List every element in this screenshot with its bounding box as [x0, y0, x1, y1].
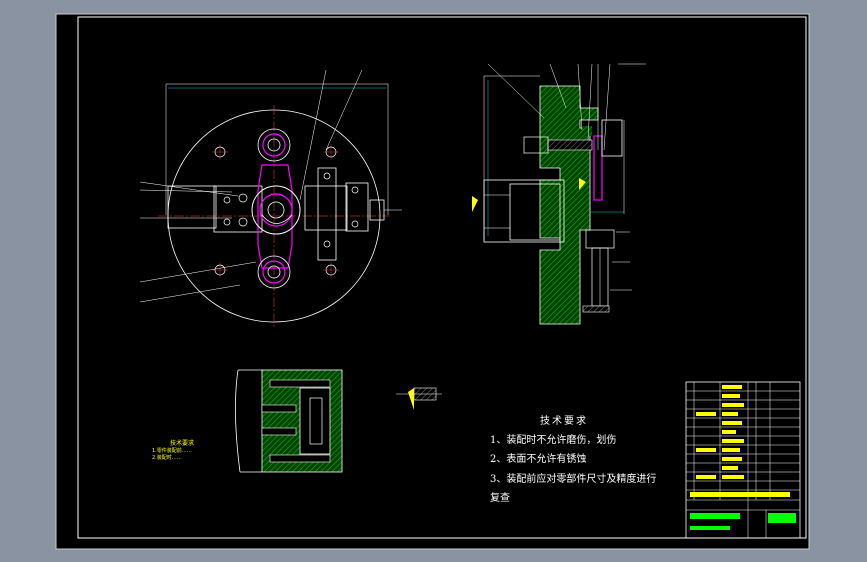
yellow-note-line-1: 1.零件装配前…… [152, 448, 192, 454]
drawing-sheet [55, 13, 810, 550]
cad-drawing-canvas [0, 0, 867, 562]
tech-requirement-3-cont: 复查 [490, 493, 510, 504]
yellow-note-line-2: 2.装配时…… [152, 455, 182, 461]
tech-requirement-3: 3、装配前应对零部件尺寸及精度进行 [490, 474, 657, 485]
tech-requirement-1: 1、装配时不允许磨伤，划伤 [490, 435, 617, 446]
tech-requirement-2: 2、表面不允许有锈蚀 [490, 454, 587, 465]
tech-requirements-title: 技术要求 [540, 416, 588, 427]
yellow-note-title: 技术要求 [170, 440, 195, 447]
